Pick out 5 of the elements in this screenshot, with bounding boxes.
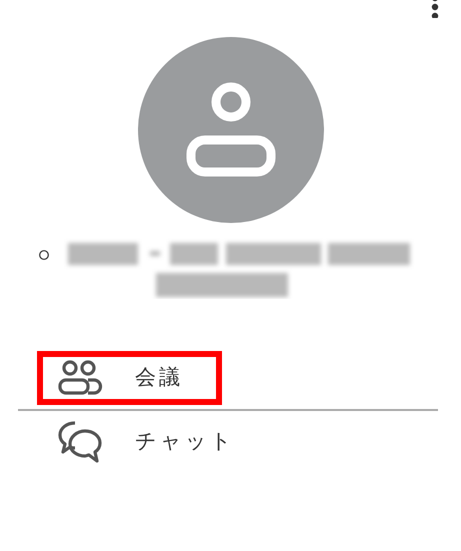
menu-item[interactable]: 会議 bbox=[37, 351, 222, 405]
more-options-icon[interactable] bbox=[431, 0, 439, 18]
people-icon bbox=[57, 360, 103, 396]
chat-bubbles-icon bbox=[57, 420, 103, 464]
menu-item[interactable]: チャット bbox=[37, 415, 241, 469]
